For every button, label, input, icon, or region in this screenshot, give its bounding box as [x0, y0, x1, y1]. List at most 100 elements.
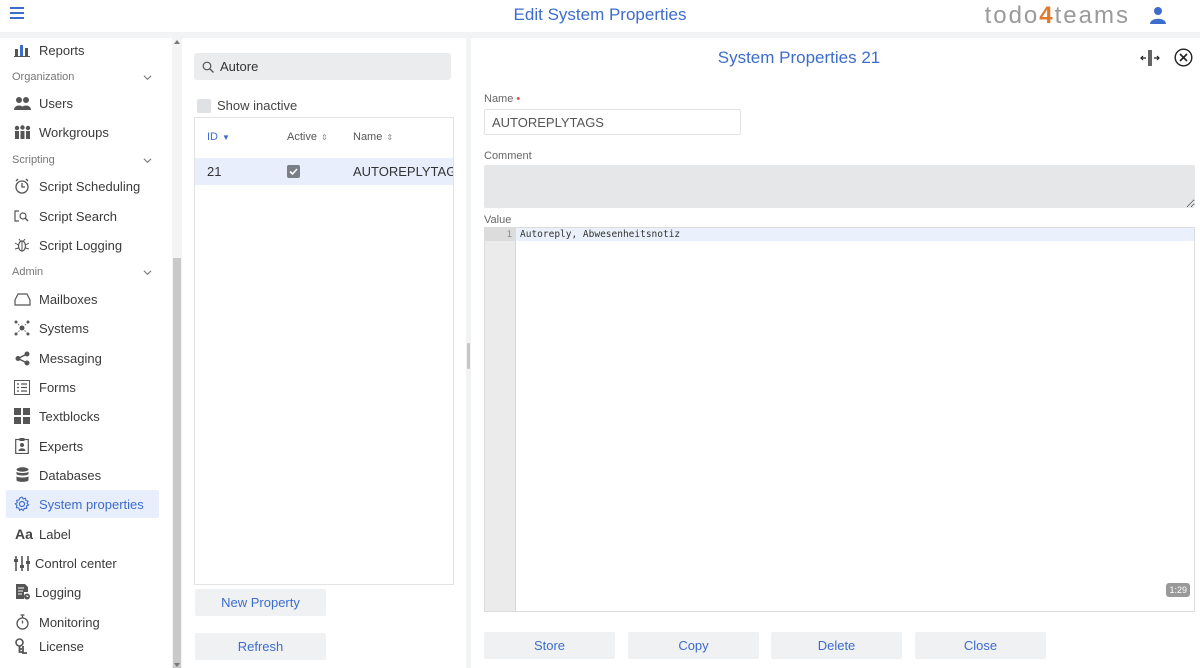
- table-row[interactable]: 21 AUTOREPLYTAGS: [195, 158, 454, 185]
- sidebar-item-control-center[interactable]: Control center: [6, 549, 159, 577]
- bar-chart-icon: [13, 41, 31, 59]
- sidebar-item-workgroups[interactable]: Workgroups: [6, 118, 159, 146]
- line-number: 1: [506, 230, 512, 240]
- chevron-down-icon: [143, 157, 152, 163]
- sidebar-item-label: System properties: [39, 496, 144, 512]
- scrollbar-thumb[interactable]: [173, 258, 181, 668]
- sidebar-item-users[interactable]: Users: [6, 89, 159, 117]
- sidebar-item-label: Script Scheduling: [39, 178, 141, 194]
- clock-icon: [13, 177, 31, 195]
- sidebar-item-databases[interactable]: Databases: [6, 461, 159, 489]
- cell-id: 21: [207, 164, 222, 179]
- value-code-editor[interactable]: 1 Autoreply, Abwesenheitsnotiz 1:29: [484, 227, 1195, 612]
- required-marker: •: [516, 93, 521, 105]
- scroll-down-icon[interactable]: [174, 663, 180, 667]
- sidebar-item-forms[interactable]: Forms: [6, 373, 159, 401]
- splitter-grip[interactable]: [467, 343, 470, 369]
- hamburger-menu-icon[interactable]: [10, 7, 24, 21]
- sidebar-item-label: Label: [39, 526, 71, 542]
- key-icon: [13, 637, 31, 655]
- column-header-active[interactable]: Active ⇕: [287, 131, 328, 143]
- split-view-icon[interactable]: [1140, 49, 1160, 67]
- active-checkbox-checked: [287, 165, 300, 178]
- sidebar-item-label: License: [39, 638, 84, 654]
- sidebar-item-label-settings[interactable]: Aa Label: [6, 520, 159, 548]
- gear-icon: [13, 495, 31, 513]
- sidebar-item-label: Script Search: [39, 208, 118, 224]
- sidebar-item-script-search[interactable]: Script Search: [6, 202, 159, 230]
- sidebar-item-textblocks[interactable]: Textblocks: [6, 402, 159, 430]
- sidebar-item-label: Control center: [35, 555, 117, 571]
- cell-name: AUTOREPLYTAGS: [353, 164, 454, 179]
- sidebar-item-label: Logging: [35, 584, 82, 600]
- search-input[interactable]: [220, 59, 440, 74]
- sidebar-item-label: Reports: [39, 42, 85, 58]
- share-icon: [13, 349, 31, 367]
- sliders-icon: [13, 554, 31, 572]
- column-header-id[interactable]: ID ▼: [207, 131, 230, 143]
- sidebar-item-label: Forms: [39, 379, 76, 395]
- code-line[interactable]: Autoreply, Abwesenheitsnotiz: [520, 229, 680, 240]
- delete-button[interactable]: Delete: [771, 632, 902, 659]
- sidebar-scrollbar[interactable]: [172, 38, 182, 668]
- sidebar-item-logging[interactable]: Logging: [6, 578, 159, 606]
- sidebar-item-mailboxes[interactable]: Mailboxes: [6, 285, 159, 313]
- sidebar-item-label: Systems: [39, 320, 89, 336]
- bug-icon: [13, 236, 31, 254]
- sidebar-item-system-properties[interactable]: System properties: [6, 490, 159, 518]
- detail-title: System Properties 21: [717, 48, 881, 67]
- inbox-icon: [13, 290, 31, 308]
- text-icon: Aa: [15, 526, 33, 542]
- sidebar-item-label: Textblocks: [39, 408, 100, 424]
- close-icon[interactable]: [1174, 48, 1193, 67]
- network-icon: [13, 319, 31, 337]
- show-inactive-checkbox[interactable]: [197, 98, 211, 113]
- users-icon: [13, 94, 31, 112]
- sidebar-item-experts[interactable]: Experts: [6, 432, 159, 460]
- sidebar-item-script-scheduling[interactable]: Script Scheduling: [6, 172, 159, 200]
- workgroups-icon: [13, 123, 31, 141]
- list-icon: [13, 378, 31, 396]
- properties-table: ID ▼ Active ⇕ Name ⇕ 21 AUTOREPLYTAGS: [194, 117, 454, 585]
- comment-label: Comment: [484, 150, 532, 162]
- detail-panel: System Properties 21 Name • Comment Valu…: [471, 38, 1200, 668]
- show-inactive-label: Show inactive: [217, 98, 298, 113]
- sort-desc-icon: ▼: [222, 132, 230, 142]
- brand-logo: todo4teams: [984, 2, 1130, 29]
- sidebar-item-label: Databases: [39, 467, 102, 483]
- sidebar-item-label: Users: [39, 95, 73, 111]
- store-button[interactable]: Store: [484, 632, 615, 659]
- check-icon: [289, 168, 298, 176]
- sort-icon: ⇕: [386, 132, 394, 142]
- sidebar-item-license[interactable]: License: [6, 632, 159, 660]
- search-field[interactable]: [194, 53, 451, 80]
- column-header-name[interactable]: Name ⇕: [353, 131, 393, 143]
- sidebar-item-label: Workgroups: [39, 124, 109, 140]
- sort-icon: ⇕: [320, 132, 328, 142]
- sidebar-section-admin[interactable]: Admin: [12, 262, 152, 282]
- show-inactive-toggle[interactable]: Show inactive: [197, 98, 297, 113]
- sidebar: Reports Organization Users Workgroups Sc…: [0, 38, 172, 668]
- sidebar-item-reports[interactable]: Reports: [6, 38, 159, 64]
- top-bar: Edit System Properties todo4teams: [0, 0, 1200, 32]
- sidebar-item-script-logging[interactable]: Script Logging: [6, 231, 159, 259]
- scroll-up-icon[interactable]: [174, 40, 180, 44]
- sidebar-item-messaging[interactable]: Messaging: [6, 344, 159, 372]
- new-property-button[interactable]: New Property: [195, 589, 326, 616]
- sidebar-item-systems[interactable]: Systems: [6, 314, 159, 342]
- user-icon[interactable]: [1149, 6, 1167, 24]
- chevron-down-icon: [143, 269, 152, 275]
- close-button[interactable]: Close: [915, 632, 1046, 659]
- name-label: Name •: [484, 93, 521, 105]
- comment-field[interactable]: [484, 165, 1195, 208]
- copy-button[interactable]: Copy: [628, 632, 759, 659]
- sidebar-section-organization[interactable]: Organization: [12, 67, 152, 87]
- name-field[interactable]: [484, 109, 741, 135]
- sidebar-section-scripting[interactable]: Scripting: [12, 150, 152, 170]
- chevron-down-icon: [143, 74, 152, 80]
- refresh-button[interactable]: Refresh: [195, 633, 326, 660]
- sidebar-item-label: Messaging: [39, 350, 102, 366]
- sidebar-item-label: Script Logging: [39, 237, 123, 253]
- stopwatch-icon: [13, 613, 31, 631]
- table-header: ID ▼ Active ⇕ Name ⇕: [195, 118, 453, 158]
